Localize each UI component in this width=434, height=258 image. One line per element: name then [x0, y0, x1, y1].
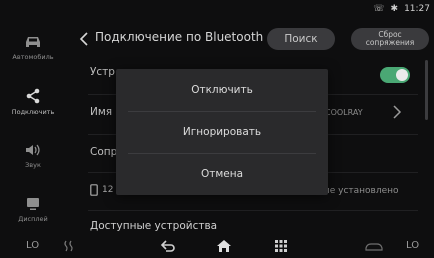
search-button[interactable]: Поиск: [267, 28, 335, 50]
display-icon: [27, 198, 39, 210]
connection-status: ние установлено: [318, 186, 399, 196]
seat-heat-icon[interactable]: [62, 239, 78, 253]
paired-devices-label: Сопр: [90, 146, 118, 158]
device-name-value: COOLRAY: [325, 108, 363, 117]
status-icons: ☏ ✱ 11:27: [373, 4, 430, 14]
apps-grid-icon[interactable]: [274, 239, 288, 253]
phone-signal-icon: ☏: [373, 4, 385, 14]
paired-device-row[interactable]: 12: [90, 184, 113, 196]
bluetooth-toggle[interactable]: [380, 67, 410, 83]
sidebar-item-vehicle[interactable]: Автомобиль: [0, 22, 66, 74]
available-devices-heading: Доступные устройства: [90, 220, 218, 232]
paired-device-name: 12: [102, 185, 114, 195]
device-name-label: Имя: [90, 106, 113, 118]
divider: [88, 210, 418, 211]
chevron-right-icon[interactable]: [392, 104, 402, 120]
sidebar-item-display[interactable]: Дисплей: [0, 184, 66, 236]
bluetooth-row-label: Устр: [90, 66, 115, 78]
scrollbar[interactable]: [425, 60, 428, 120]
speaker-icon: [26, 144, 40, 156]
home-icon[interactable]: [216, 239, 232, 253]
reset-pairing-button[interactable]: Сброс сопряжения: [351, 28, 429, 50]
page-title: Подключение по Bluetooth: [95, 30, 264, 44]
share-icon: [26, 88, 40, 104]
bottom-bar: LO LO: [0, 236, 434, 258]
car-climate-icon[interactable]: [364, 239, 384, 253]
cancel-option[interactable]: Отмена: [116, 153, 328, 195]
sidebar-item-label: Звук: [25, 161, 41, 169]
sidebar-item-label: Автомобиль: [12, 53, 54, 61]
right-temperature[interactable]: LO: [406, 240, 419, 251]
status-bar: ☏ ✱ 11:27: [314, 0, 434, 20]
car-icon: [26, 37, 40, 47]
phone-icon: [90, 184, 98, 196]
toggle-knob: [396, 69, 408, 81]
sidebar-item-label: Подключить: [11, 108, 55, 116]
return-icon[interactable]: [160, 239, 176, 253]
left-temperature[interactable]: LO: [26, 240, 39, 251]
ignore-option[interactable]: Игнорировать: [116, 111, 328, 153]
back-icon[interactable]: [76, 30, 92, 48]
bluetooth-icon: ✱: [390, 4, 399, 14]
sidebar-item-connect[interactable]: Подключить: [0, 76, 66, 128]
sidebar: Автомобиль Подключить Звук Дисплей: [0, 22, 66, 240]
sidebar-item-sound[interactable]: Звук: [0, 130, 66, 182]
device-action-dialog: Отключить Игнорировать Отмена: [116, 69, 328, 195]
sidebar-item-label: Дисплей: [18, 215, 48, 223]
disconnect-option[interactable]: Отключить: [116, 69, 328, 111]
clock: 11:27: [404, 4, 430, 14]
